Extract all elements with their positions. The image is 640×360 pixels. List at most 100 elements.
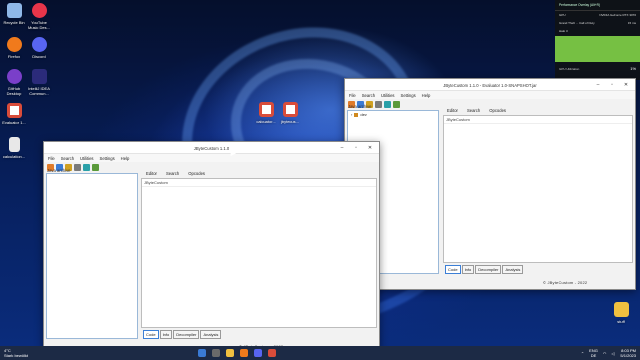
menu-file[interactable]: File: [48, 156, 55, 161]
firefox-icon: [6, 37, 22, 52]
desktop-icon-label: calcuator...: [256, 119, 276, 124]
close-button[interactable]: ✕: [619, 79, 633, 90]
desktop-icon-firefox[interactable]: Firefox: [1, 37, 27, 59]
maximize-button[interactable]: ▫: [349, 142, 363, 153]
jbytecustom-window-front[interactable]: JByteCustom 1.1.0 – ▫ ✕ File Search Util…: [43, 141, 380, 353]
refresh-icon[interactable]: [384, 100, 391, 108]
weather-widget[interactable]: 4°C Stark bewölkt: [4, 348, 28, 358]
window-title: JByteCustom 1.1.0: [193, 145, 230, 151]
youtube-music-icon: [31, 3, 47, 18]
editor-panel[interactable]: JByteCustom: [443, 115, 633, 263]
maximize-button[interactable]: ▫: [605, 79, 619, 90]
start-icon[interactable]: [198, 349, 206, 357]
tab-decompiler[interactable]: Decompiler: [475, 265, 502, 274]
bottom-tabs: Code Info Decompiler Analysis: [445, 265, 524, 274]
desktop-icon-youtube-music[interactable]: YouTube Music Des...: [26, 3, 52, 30]
desktop-icon-evaluator[interactable]: Evaluator 1...: [1, 103, 27, 125]
minimize-button[interactable]: –: [335, 142, 349, 153]
editor-panel[interactable]: JByteCustom: [141, 178, 377, 328]
wifi-icon[interactable]: ◠: [603, 351, 607, 356]
tab-search[interactable]: Search: [164, 170, 181, 177]
language-indicator[interactable]: ENG DE: [589, 348, 598, 358]
editor-tabs: Editor Search Opcodes: [445, 107, 513, 114]
tab-search[interactable]: Search: [465, 107, 482, 114]
tab-opcodes[interactable]: Opcodes: [487, 107, 508, 114]
menu-settings[interactable]: Settings: [401, 93, 416, 98]
desktop-icon-discord[interactable]: Discord: [26, 37, 52, 59]
menu-search[interactable]: Search: [61, 156, 74, 161]
tree-item-label: dev: [360, 112, 367, 117]
performance-overlay: Performance Overlay (Alt+R) GPU NVIDIA G…: [555, 0, 640, 80]
desktop-icon-label: Recycle Bin: [3, 20, 25, 25]
desktop-icon-stuff[interactable]: stuff: [608, 302, 634, 324]
title-bar[interactable]: JByteCustom 1.1.0 – ▫ ✕: [44, 142, 379, 154]
desktop-icon-calculation[interactable]: calculation...: [1, 137, 27, 159]
menu-search[interactable]: Search: [362, 93, 375, 98]
intellij-icon: [31, 69, 47, 84]
desktop-icon-calculator-jar[interactable]: calcuator...: [253, 102, 279, 124]
minimize-button[interactable]: –: [591, 79, 605, 90]
menu-help[interactable]: Help: [422, 93, 431, 98]
overlay-game-sub-row: Halo 3: [555, 27, 640, 35]
discord-icon[interactable]: [254, 349, 262, 357]
tab-editor[interactable]: Editor: [144, 170, 159, 177]
volume-icon[interactable]: ◁: [611, 351, 614, 356]
taskbar: 4°C Stark bewölkt ⌃ ENG DE ◠ ◁ 8:03 PM 5…: [0, 346, 640, 360]
tools-icon[interactable]: [375, 100, 382, 108]
desktop-icon-intellij[interactable]: IntelliJ IDEA Commun...: [26, 69, 52, 96]
desktop-icon-label: YouTube Music Des...: [27, 20, 50, 30]
file-icon: [8, 137, 20, 152]
refresh-icon[interactable]: [83, 163, 90, 171]
tab-info[interactable]: Info: [159, 330, 173, 339]
tab-analysis[interactable]: Analysis: [200, 330, 222, 339]
tab-opcodes[interactable]: Opcodes: [186, 170, 207, 177]
desktop-icon-jbytecustom-jar[interactable]: jbytecus...: [277, 102, 303, 124]
tab-editor[interactable]: Editor: [445, 107, 460, 114]
overlay-game-label: Grand Theft ... Call of Duty: [559, 21, 595, 25]
bottom-tabs: Code Info Decompiler Analysis: [143, 330, 222, 339]
tab-decompiler[interactable]: Decompiler: [173, 330, 200, 339]
menu-settings[interactable]: Settings: [100, 156, 115, 161]
recycle-bin-icon: [6, 3, 22, 18]
tab-analysis[interactable]: Analysis: [502, 265, 524, 274]
archive-tree[interactable]: [46, 173, 138, 339]
overlay-game-sub: Halo 3: [559, 29, 568, 33]
expand-arrow-icon[interactable]: ›: [351, 112, 352, 117]
tab-code[interactable]: Code: [445, 265, 461, 274]
chevron-up-icon[interactable]: ⌃: [581, 351, 584, 356]
discord-icon: [31, 37, 47, 52]
menu-bar: File Search Utilities Settings Help: [345, 91, 635, 99]
desktop-icon-recycle-bin[interactable]: Recycle Bin: [1, 3, 27, 25]
tab-info[interactable]: Info: [461, 265, 475, 274]
desktop-icon-label: Evaluator 1...: [2, 120, 26, 125]
desktop-icon-label: IntelliJ IDEA Commun...: [28, 86, 50, 96]
clock[interactable]: 8:03 PM 5/1/2023: [620, 348, 636, 358]
title-bar[interactable]: JByteCustom 1.1.0 - Evaluator 1.0-SNAPSH…: [345, 79, 635, 91]
region-code: DE: [590, 353, 597, 358]
menu-utilities[interactable]: Utilities: [381, 93, 395, 98]
editor-tabs: Editor Search Opcodes: [144, 170, 212, 177]
tab-code[interactable]: Code: [143, 330, 159, 339]
system-tray: ⌃ ENG DE ◠ ◁ 8:03 PM 5/1/2023: [576, 348, 636, 358]
firefox-icon[interactable]: [240, 349, 248, 357]
close-button[interactable]: ✕: [363, 142, 377, 153]
github-desktop-icon: [6, 69, 22, 84]
jbytecustom-window-back[interactable]: JByteCustom 1.1.0 - Evaluator 1.0-SNAPSH…: [344, 78, 636, 290]
package-icon: [354, 112, 359, 117]
overlay-title: Performance Overlay (Alt+R): [555, 0, 640, 11]
status-text: © JByteCustom - 2022: [543, 280, 588, 285]
search-icon[interactable]: [212, 349, 220, 357]
settings-icon[interactable]: [92, 163, 99, 171]
menu-file[interactable]: File: [349, 93, 356, 98]
tools-icon[interactable]: [74, 163, 81, 171]
tree-item-dev[interactable]: › dev: [348, 111, 438, 118]
file-explorer-icon[interactable]: [226, 349, 234, 357]
menu-help[interactable]: Help: [121, 156, 130, 161]
java-jar-icon: [282, 102, 298, 117]
desktop-icon-label: Firefox: [7, 54, 21, 59]
menu-bar: File Search Utilities Settings Help: [44, 154, 379, 162]
settings-icon[interactable]: [393, 100, 400, 108]
java-app-icon[interactable]: [268, 349, 276, 357]
desktop-icon-github-desktop[interactable]: GitHub Desktop: [1, 69, 27, 96]
menu-utilities[interactable]: Utilities: [80, 156, 94, 161]
